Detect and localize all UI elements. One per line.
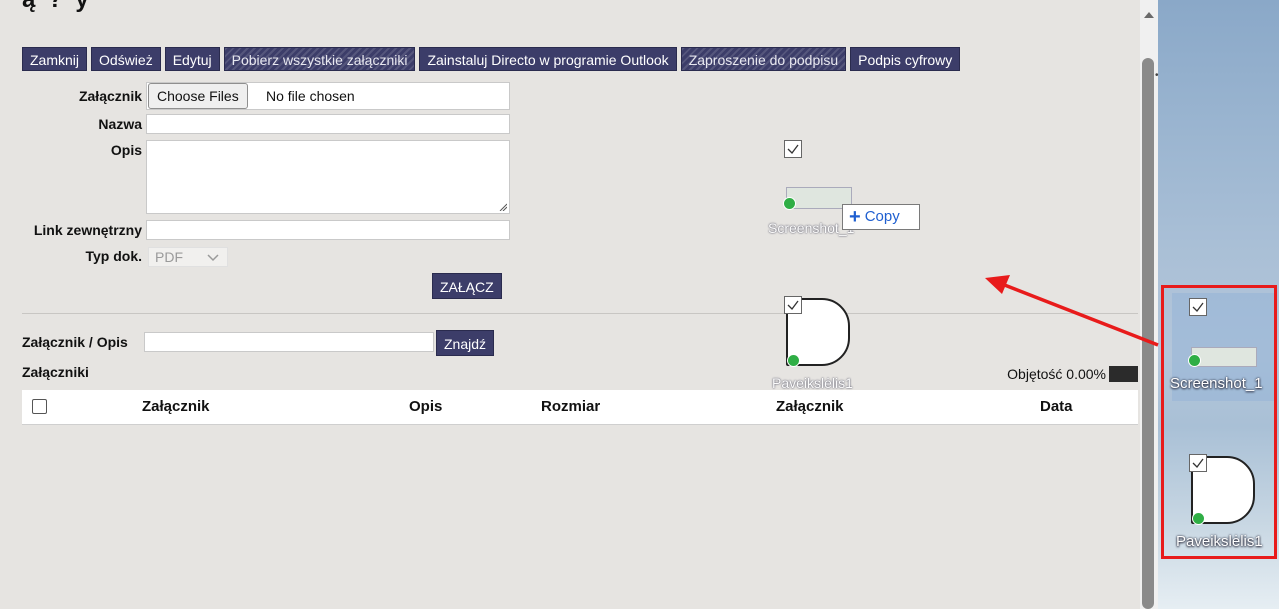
annotation-arrow-icon bbox=[985, 275, 1159, 347]
